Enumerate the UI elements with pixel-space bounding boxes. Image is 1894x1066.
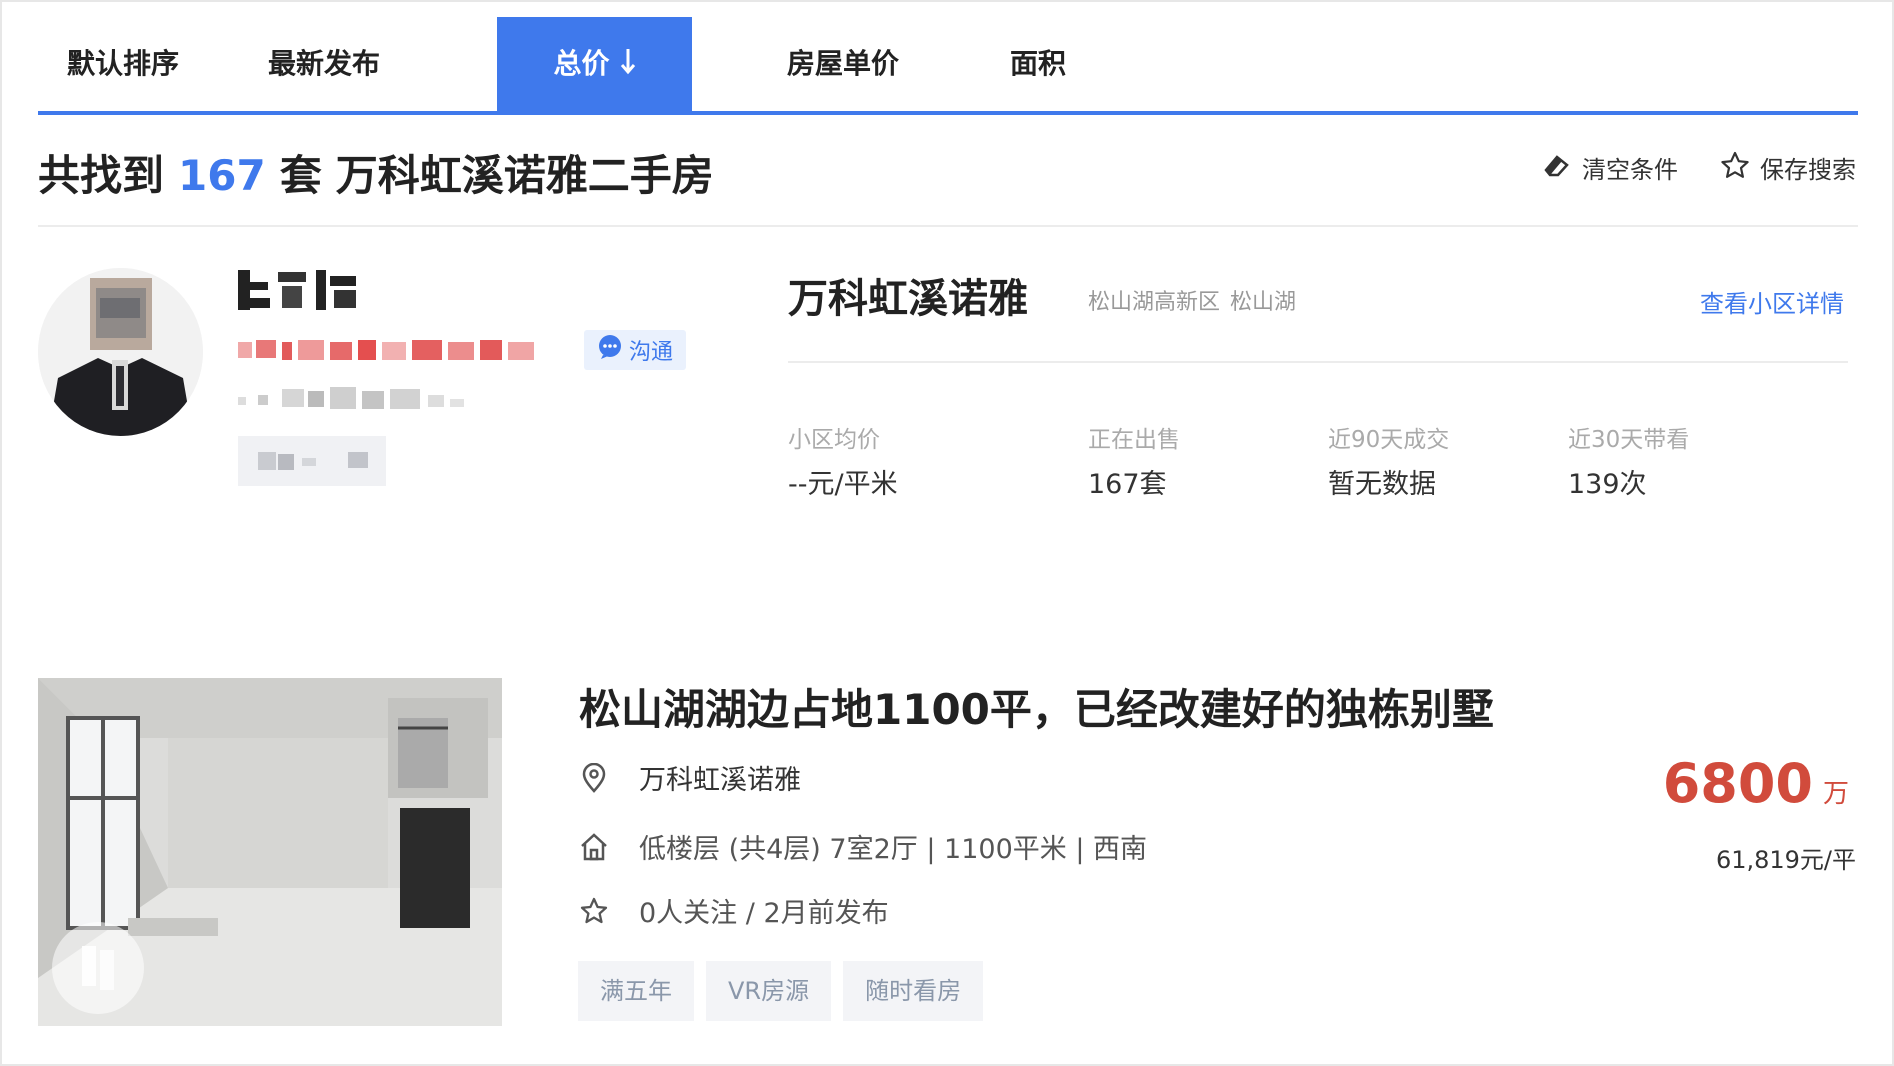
tag-vr: VR房源 — [706, 961, 832, 1021]
tag-anytime-view: 随时看房 — [843, 961, 984, 1021]
listing-tags: 满五年 VR房源 随时看房 — [578, 961, 984, 1021]
stat-on-sale: 正在出售 167套 — [1088, 427, 1180, 500]
arrow-down-icon — [620, 19, 636, 113]
tag-five-years: 满五年 — [578, 961, 694, 1021]
tab-newest[interactable]: 最新发布 — [228, 17, 420, 111]
stat-avg-price: 小区均价 --元/平米 — [788, 427, 898, 500]
listing-house-row: 低楼层 (共4层) 7室2厅 | 1100平米 | 西南 — [579, 827, 1147, 866]
tab-area[interactable]: 面积 — [973, 17, 1103, 111]
community-name[interactable]: 万科虹溪诺雅 — [788, 266, 1028, 324]
star-outline-icon — [579, 896, 609, 926]
save-search-button[interactable]: 保存搜索 — [1720, 150, 1856, 185]
star-outline-icon — [1720, 151, 1750, 185]
agent-phone-blurred — [238, 336, 540, 364]
tab-default-sort[interactable]: 默认排序 — [38, 17, 208, 111]
listing-community-row: 万科虹溪诺雅 — [579, 758, 801, 797]
listing-follow-row: 0人关注 / 2月前发布 — [579, 891, 889, 930]
tab-total-price[interactable]: 总价 — [497, 17, 692, 111]
listing-community-link[interactable]: 万科虹溪诺雅 — [639, 758, 801, 797]
stat-30-day-visits: 近30天带看 139次 — [1568, 427, 1690, 500]
sort-tabs: 默认排序 最新发布 总价 房屋单价 面积 — [38, 17, 1858, 113]
eraser-icon — [1542, 152, 1572, 184]
community-detail-link[interactable]: 查看小区详情 — [1700, 284, 1844, 319]
header-actions: 清空条件 保存搜索 — [1542, 150, 1856, 185]
community-divider — [788, 361, 1848, 363]
tabs-underline — [38, 111, 1858, 115]
location-pin-icon — [579, 762, 609, 793]
listing-photo[interactable] — [38, 678, 502, 1026]
total-price: 6800 万 — [1662, 752, 1849, 815]
chat-button[interactable]: 沟通 — [584, 330, 686, 370]
stat-90-day-deals: 近90天成交 暂无数据 — [1328, 427, 1450, 500]
tab-unit-price[interactable]: 房屋单价 — [738, 17, 948, 111]
unit-price: 61,819元/平 — [1715, 846, 1856, 874]
clear-filters-button[interactable]: 清空条件 — [1542, 150, 1678, 185]
header-divider — [38, 225, 1858, 227]
community-location: 松山湖高新区 松山湖 — [1088, 290, 1297, 315]
agent-title-blurred — [238, 385, 472, 411]
house-icon — [579, 832, 609, 862]
agent-badge-blurred — [238, 436, 386, 486]
chat-bubble-icon — [597, 334, 623, 366]
agent-avatar[interactable] — [38, 268, 203, 436]
result-title: 共找到 167 套万科虹溪诺雅二手房 — [38, 151, 714, 200]
result-count: 167 — [178, 151, 266, 200]
agent-name-blurred — [238, 268, 368, 314]
listing-title[interactable]: 松山湖湖边占地1100平，已经改建好的独栋别墅 — [579, 676, 1494, 737]
